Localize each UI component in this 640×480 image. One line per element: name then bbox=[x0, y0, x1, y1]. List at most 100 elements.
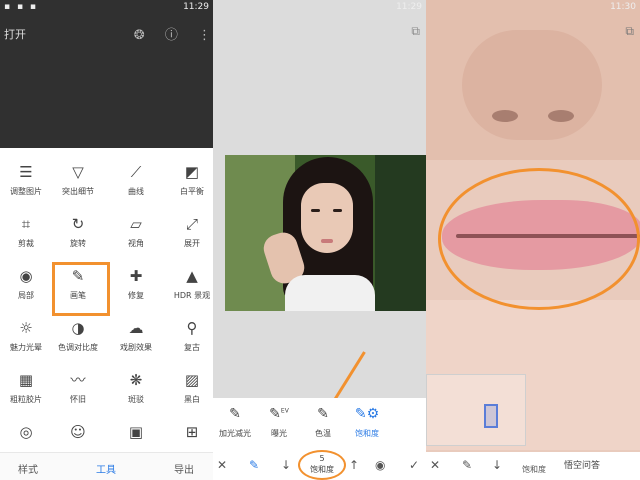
tool-label: 粗粒胶片 bbox=[10, 395, 42, 404]
tool-vintage[interactable]: ⚲ 复古 bbox=[166, 318, 213, 366]
grunge-icon: ❋ bbox=[129, 371, 143, 389]
status-bar: 11:30 bbox=[426, 0, 640, 14]
compare-icon[interactable]: ⧉ bbox=[625, 24, 634, 39]
status-time: 11:30 bbox=[610, 2, 636, 12]
tool-label: 修复 bbox=[128, 291, 144, 300]
image-area-dark bbox=[0, 0, 213, 148]
increase-arrow-icon[interactable]: ↑ bbox=[349, 458, 359, 472]
eye-icon[interactable]: ◉ bbox=[375, 458, 385, 472]
brush-highlight-box bbox=[52, 262, 110, 316]
exposure-brush-icon: ✎EV bbox=[269, 406, 289, 422]
tool-label: 曲线 bbox=[128, 187, 144, 196]
tool-grunge[interactable]: ❋ 斑驳 bbox=[110, 370, 162, 418]
tool-label: 旋转 bbox=[70, 239, 86, 248]
tool-selective[interactable]: ◉ 局部 bbox=[0, 266, 52, 314]
tool-white-balance[interactable]: ◩ 白平衡 bbox=[166, 162, 213, 210]
brush-saturation[interactable]: ✎⚙ 饱和度 bbox=[345, 406, 389, 439]
tool-retrolux[interactable]: 〰怀旧 bbox=[52, 370, 104, 418]
snapseed-icon[interactable]: ❂ bbox=[134, 28, 145, 43]
retrolux-icon: 〰 bbox=[70, 371, 86, 389]
lips-highlight-ring bbox=[438, 168, 640, 310]
tool-glamour-glow[interactable]: ☼ 魅力光晕 bbox=[0, 318, 52, 366]
status-bar: 11:29 bbox=[213, 0, 426, 14]
tool-label: 黑白 bbox=[184, 395, 200, 404]
tool-label: 白平衡 bbox=[180, 187, 204, 196]
decrease-arrow-icon[interactable]: ↓ bbox=[492, 458, 502, 472]
hdr-icon: ▲ bbox=[186, 267, 198, 285]
tool-label: 魅力光晕 bbox=[10, 343, 42, 352]
tool-rotate[interactable]: ↻ 旋转 bbox=[52, 214, 104, 262]
tool-tonal-contrast[interactable]: ◑ 色调对比度 bbox=[52, 318, 104, 366]
details-icon: ▽ bbox=[72, 163, 84, 181]
glamour-glow-icon: ☼ bbox=[19, 319, 33, 337]
face-icon: ☺ bbox=[70, 423, 86, 441]
close-icon[interactable]: ✕ bbox=[430, 458, 440, 472]
portrait-photo[interactable] bbox=[225, 155, 426, 311]
film-reel-icon: ◎ bbox=[19, 423, 33, 441]
frame-icon: ⊞ bbox=[185, 423, 199, 441]
healing-icon: ✚ bbox=[129, 267, 143, 285]
brush-temperature[interactable]: ✎ 色温 bbox=[301, 406, 345, 439]
brush-tool-icon[interactable]: ✎ bbox=[462, 458, 472, 472]
compare-icon[interactable]: ⧉ bbox=[411, 24, 420, 39]
brush-dodge-burn[interactable]: ✎ 加光减光 bbox=[213, 406, 257, 439]
tool-black-white[interactable]: ▨ 黑白 bbox=[166, 370, 213, 418]
navigator-viewport[interactable] bbox=[484, 404, 498, 428]
value-highlight-ring bbox=[298, 450, 346, 480]
tool-label: 斑驳 bbox=[128, 395, 144, 404]
apply-check-icon[interactable]: ✓ bbox=[409, 458, 419, 472]
brush-bottom-bar: ✕ ✎ ↓ 饱和度 悟空问答 bbox=[426, 452, 640, 480]
watermark: 悟空问答 bbox=[564, 461, 601, 471]
brush-panel: 11:29 ⧉ ✎ 加光减光 ✎EV 曝光 ✎ 色温 ✎⚙ 饱和度 ✕ ✎ ↓ … bbox=[213, 0, 426, 480]
tool-curves[interactable]: ⟋ 曲线 bbox=[110, 162, 162, 210]
tonal-contrast-icon: ◑ bbox=[71, 319, 85, 337]
adjust-icon: ☰ bbox=[19, 163, 33, 181]
info-icon[interactable]: ⓘ bbox=[165, 28, 178, 43]
tools-panel: ▪ ▪ ▪ 11:29 打开 ❂ ⓘ ⋮ ☰ 调整图片 ▽ 突出细节 ⟋ 曲线 ◩ 白平衡 ⌗ 剪… bbox=[0, 0, 213, 480]
tool-hdr[interactable]: ▲ HDR 景观 bbox=[166, 266, 213, 314]
drama-icon: ☁ bbox=[128, 319, 144, 337]
vintage-icon: ⚲ bbox=[186, 319, 198, 337]
crop-icon: ⌗ bbox=[21, 215, 31, 233]
tool-label: 调整图片 bbox=[10, 187, 42, 196]
tool-drama[interactable]: ☁ 戏剧效果 bbox=[110, 318, 162, 366]
status-time: 11:29 bbox=[396, 2, 422, 12]
tool-label: 色调对比度 bbox=[58, 343, 98, 352]
tool-label: 剪裁 bbox=[18, 239, 34, 248]
bottom-tabs: 样式 工具 导出 bbox=[0, 452, 213, 480]
saturation-brush-icon: ✎⚙ bbox=[354, 406, 380, 422]
tool-label: HDR 景观 bbox=[173, 291, 211, 300]
tool-expand[interactable]: ⤢ 展开 bbox=[166, 214, 213, 262]
tool-label: 局部 bbox=[18, 291, 34, 300]
open-button[interactable]: 打开 bbox=[4, 26, 26, 42]
brush-tool-icon[interactable]: ✎ bbox=[249, 458, 259, 472]
close-icon[interactable]: ✕ bbox=[217, 458, 227, 472]
tool-details[interactable]: ▽ 突出细节 bbox=[52, 162, 104, 210]
tool-label: 突出细节 bbox=[62, 187, 94, 196]
zoomed-lips-panel: 11:30 ⧉ ✕ ✎ ↓ 饱和度 悟空问答 bbox=[426, 0, 640, 480]
tool-perspective[interactable]: ▱ 视角 bbox=[110, 214, 162, 262]
navigator-thumbnail[interactable] bbox=[426, 374, 526, 446]
notification-icons: ▪ ▪ ▪ bbox=[4, 2, 39, 12]
nose bbox=[462, 30, 602, 140]
tool-adjust[interactable]: ☰ 调整图片 bbox=[0, 162, 52, 210]
tool-crop[interactable]: ⌗ 剪裁 bbox=[0, 214, 52, 262]
tab-export[interactable]: 导出 bbox=[174, 461, 194, 476]
decrease-arrow-icon[interactable]: ↓ bbox=[281, 458, 291, 472]
status-time: 11:29 bbox=[183, 2, 209, 12]
tool-label: 复古 bbox=[184, 343, 200, 352]
tool-label: 戏剧效果 bbox=[120, 343, 152, 352]
more-icon[interactable]: ⋮ bbox=[198, 28, 211, 43]
tool-label: 展开 bbox=[184, 239, 200, 248]
expand-icon: ⤢ bbox=[185, 215, 198, 233]
temperature-brush-icon: ✎ bbox=[317, 406, 329, 422]
brush-list: ✎ 加光减光 ✎EV 曝光 ✎ 色温 ✎⚙ 饱和度 bbox=[213, 398, 426, 448]
black-white-icon: ▨ bbox=[184, 371, 200, 389]
tool-grainy-film[interactable]: ▦ 粗粒胶片 bbox=[0, 370, 52, 418]
grainy-film-icon: ▦ bbox=[18, 371, 34, 389]
brush-exposure[interactable]: ✎EV 曝光 bbox=[257, 406, 301, 439]
tab-styles[interactable]: 样式 bbox=[18, 461, 38, 476]
white-balance-icon: ◩ bbox=[184, 163, 200, 181]
tab-tools[interactable]: 工具 bbox=[96, 461, 116, 476]
tool-healing[interactable]: ✚ 修复 bbox=[110, 266, 162, 314]
